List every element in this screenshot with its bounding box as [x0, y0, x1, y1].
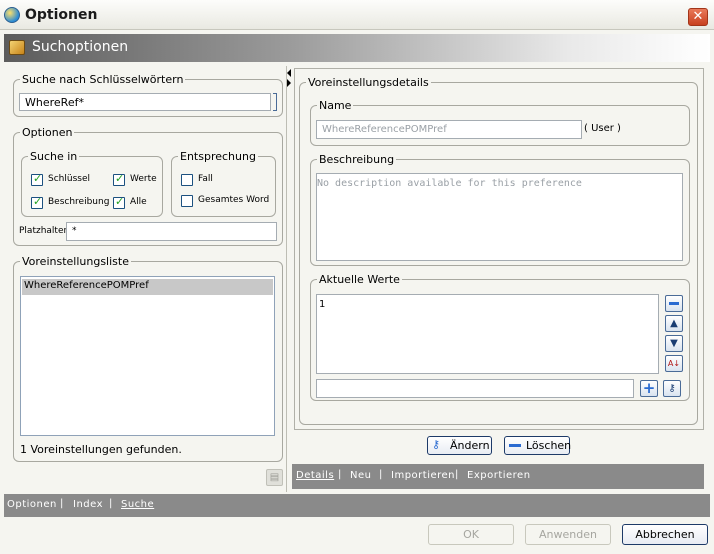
platzhalter-value: * [72, 226, 77, 236]
cancel-button[interactable]: Abbrechen [622, 524, 708, 545]
description-legend: Beschreibung [317, 153, 397, 166]
details-group: Voreinstellungsdetails Name WhereReferen… [299, 76, 698, 425]
loeschen-label: Löschen [526, 439, 572, 452]
values-list[interactable]: 1 [316, 294, 659, 374]
left-tab-bar: Optionen | Index | Suche [4, 494, 710, 517]
tab-separator: | [455, 469, 459, 480]
arrow-up-icon: ▲ [670, 318, 678, 329]
name-field: WhereReferencePOMPref [316, 120, 582, 139]
search-input-value: WhereRef* [25, 96, 84, 109]
suche-in-group: Suche in Schlüssel Werte Beschreibung Al… [21, 150, 163, 217]
page-header: Suchoptionen [4, 34, 710, 62]
tab-index[interactable]: Index [73, 499, 103, 510]
platzhalter-input[interactable]: * [66, 222, 277, 241]
ok-button[interactable]: OK [428, 524, 514, 545]
schluessel-label: Schlüssel [48, 174, 90, 184]
move-up-button[interactable]: ▲ [665, 315, 683, 332]
beschreibung-checkbox[interactable] [31, 195, 43, 209]
add-value-button[interactable]: + [640, 380, 658, 397]
close-icon: ✕ [692, 9, 704, 24]
tab-separator: | [338, 469, 342, 480]
tab-importieren[interactable]: Importieren [391, 470, 455, 481]
options-icon [9, 40, 25, 55]
apply-button[interactable]: Anwenden [525, 524, 611, 545]
move-down-button[interactable]: ▼ [665, 335, 683, 352]
options-group: Optionen Suche in Schlüssel Werte Beschr… [13, 126, 283, 246]
search-legend: Suche nach Schlüsselwörtern [20, 73, 186, 86]
tab-optionen[interactable]: Optionen [7, 499, 57, 510]
details-panel: Voreinstellungsdetails Name WhereReferen… [294, 68, 704, 430]
entsprechung-legend: Entsprechung [178, 150, 258, 163]
description-group: Beschreibung No description available fo… [310, 153, 690, 266]
page-title: Suchoptionen [32, 39, 129, 55]
suche-in-legend: Suche in [28, 150, 80, 163]
value-item[interactable]: 1 [319, 299, 325, 310]
search-input[interactable]: WhereRef* [19, 93, 271, 111]
found-count: 1 Voreinstellungen gefunden. [20, 443, 182, 456]
tab-exportieren[interactable]: Exportieren [467, 470, 531, 481]
key-icon: ⚷ [432, 438, 441, 451]
app-icon [4, 7, 20, 23]
window-title: Optionen [25, 7, 98, 23]
fall-checkbox[interactable] [181, 174, 193, 186]
werte-checkbox[interactable] [113, 172, 125, 186]
list-item-label: WhereReferencePOMPref [24, 280, 149, 291]
new-value-input[interactable] [316, 379, 634, 398]
sort-button[interactable]: A↓ [665, 355, 683, 372]
close-button[interactable]: ✕ [688, 8, 708, 26]
beschreibung-label: Beschreibung [48, 197, 110, 207]
pref-list-legend: Voreinstellungsliste [20, 255, 131, 268]
sort-icon: A↓ [667, 359, 681, 368]
minus-icon [669, 301, 679, 305]
arrow-down-icon: ▼ [670, 338, 678, 349]
values-legend: Aktuelle Werte [317, 273, 402, 286]
description-value: No description available for this prefer… [317, 178, 582, 189]
key-icon: ⚷ [668, 383, 676, 394]
werte-label: Werte [130, 174, 157, 184]
aendern-label: Ändern [450, 439, 490, 452]
loeschen-button[interactable]: Löschen [504, 436, 572, 455]
disabled-action-button[interactable]: ▤ [266, 469, 283, 486]
gesamtes-word-label: Gesamtes Word [198, 195, 270, 205]
aendern-button[interactable]: ⚷ Ändern [427, 436, 492, 455]
values-group: Aktuelle Werte 1 ▲ ▼ A↓ + ⚷ [310, 273, 690, 401]
pref-list-group: Voreinstellungsliste WhereReferencePOMPr… [13, 255, 283, 462]
collapse-right-icon[interactable] [287, 79, 291, 87]
name-group: Name WhereReferencePOMPref ( User ) [310, 99, 690, 146]
platzhalter-label: Platzhalter [19, 226, 68, 236]
tab-neu[interactable]: Neu [350, 470, 371, 481]
right-tab-bar: Details | Neu | Importieren | Exportiere… [292, 464, 704, 489]
name-value: WhereReferencePOMPref [322, 124, 447, 135]
details-legend: Voreinstellungsdetails [306, 76, 431, 89]
key-value-button[interactable]: ⚷ [663, 380, 681, 397]
tab-separator: | [379, 469, 383, 480]
options-legend: Optionen [20, 126, 75, 139]
description-textarea[interactable]: No description available for this prefer… [316, 173, 683, 261]
alle-label: Alle [130, 197, 147, 207]
tab-details[interactable]: Details [296, 470, 334, 481]
title-bar: Optionen ✕ [0, 0, 714, 30]
pref-listbox[interactable]: WhereReferencePOMPref [20, 276, 275, 436]
panel-divider [286, 66, 287, 492]
name-legend: Name [317, 99, 354, 112]
scope-label: ( User ) [584, 123, 621, 134]
minus-icon [509, 444, 521, 447]
alle-checkbox[interactable] [113, 195, 125, 209]
list-item[interactable]: WhereReferencePOMPref [22, 279, 273, 295]
collapse-left-icon[interactable] [287, 69, 291, 77]
tab-separator: | [109, 498, 113, 509]
schluessel-checkbox[interactable] [31, 172, 43, 186]
remove-value-button[interactable] [665, 295, 683, 312]
tab-separator: | [60, 498, 64, 509]
page-icon: ▤ [269, 472, 280, 483]
entsprechung-group: Entsprechung Fall Gesamtes Word [171, 150, 276, 217]
tab-suche[interactable]: Suche [121, 499, 154, 510]
search-handle[interactable] [273, 93, 277, 111]
fall-label: Fall [198, 174, 213, 184]
plus-icon: + [642, 379, 656, 397]
search-group: Suche nach Schlüsselwörtern WhereRef* [13, 73, 283, 117]
gesamtes-word-checkbox[interactable] [181, 195, 193, 207]
